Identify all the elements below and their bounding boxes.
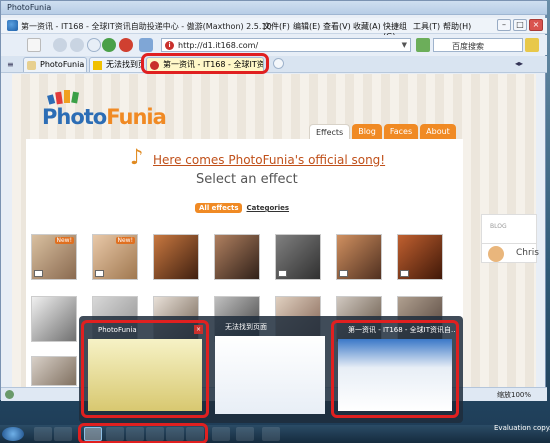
photofunia-favicon-icon	[27, 61, 36, 70]
evaluation-watermark: Evaluation copy. Bu	[494, 424, 550, 432]
effect-thumbnail[interactable]	[336, 234, 382, 280]
taskbar-item[interactable]	[212, 427, 230, 441]
effect-thumbnail[interactable]	[153, 234, 199, 280]
search-placeholder: 百度搜索	[452, 42, 484, 51]
select-effect-heading: Select an effect	[196, 172, 298, 187]
camera-icon	[278, 270, 287, 277]
song-link[interactable]: Here comes PhotoFunia's official song!	[153, 153, 385, 167]
start-button[interactable]	[2, 427, 24, 441]
address-bar[interactable]: i http://d1.it168.com/ ▼	[161, 38, 411, 52]
tab-photofunia[interactable]: PhotoFunia	[23, 57, 87, 72]
new-page-icon[interactable]	[27, 38, 41, 52]
close-icon[interactable]: ×	[194, 325, 203, 334]
maxthon-icon	[7, 20, 18, 31]
photofunia-logo[interactable]: PhotoFunia	[42, 90, 167, 129]
camera-icon	[95, 270, 104, 277]
effect-thumbnail[interactable]	[31, 356, 77, 386]
effect-thumbnail[interactable]	[275, 234, 321, 280]
dropdown-icon[interactable]	[87, 38, 101, 52]
effect-thumbnail[interactable]	[214, 234, 260, 280]
face-widget-name: Chris	[516, 248, 539, 258]
go-icon[interactable]	[416, 38, 430, 52]
new-tab-icon[interactable]	[273, 58, 284, 69]
effect-thumbnail[interactable]	[397, 234, 443, 280]
camera-icon	[339, 270, 348, 277]
app-title: 第一资讯 - IT168 - 全球IT资讯自助投递中心 - 傲游(Maxthon…	[21, 22, 272, 31]
home-icon[interactable]	[139, 38, 153, 52]
warning-icon	[93, 61, 102, 70]
tab-scroll-icon[interactable]: ◂▸	[515, 59, 523, 68]
effect-thumbnail[interactable]: New!	[31, 234, 77, 280]
address-url: http://d1.it168.com/	[178, 41, 259, 50]
preview-title: 无法找到页面	[225, 323, 267, 331]
status-icon	[5, 390, 14, 399]
effect-thumbnail[interactable]	[31, 296, 77, 342]
camera-icon	[400, 270, 409, 277]
active-tab-highlight	[141, 53, 269, 74]
preview-it168-image	[338, 339, 452, 411]
avatar	[488, 246, 504, 262]
search-input[interactable]: 百度搜索	[433, 38, 523, 52]
taskbar-item[interactable]	[236, 427, 254, 441]
new-badge: New!	[115, 237, 135, 244]
categories-link[interactable]: Categories	[246, 204, 289, 212]
music-note-icon: ♪	[130, 145, 144, 169]
outer-window-title: PhotoFunia	[7, 3, 52, 12]
preview-it168[interactable]: 第一资讯 - IT168 - 全球IT资讯自...	[331, 320, 459, 418]
face-widget[interactable]: Chris	[481, 243, 539, 263]
taskbar-item[interactable]	[262, 427, 280, 441]
pencil-icon[interactable]	[525, 38, 539, 52]
tab-blog[interactable]: Blog	[352, 124, 382, 139]
outer-titlebar[interactable]: PhotoFunia	[1, 1, 547, 15]
preview-page-not-found[interactable]: 无法找到页面	[211, 320, 329, 418]
preview-page-not-found-image	[215, 336, 325, 414]
logo-text: PhotoFunia	[42, 105, 167, 129]
filter-bar: All effects Categories	[195, 203, 289, 213]
taskbar-highlight	[78, 423, 208, 443]
taskbar-thumbnail-previews: PhotoFunia × 无法找到页面 第一资讯 - IT168 - 全球IT资…	[79, 316, 463, 423]
logo-mark-icon	[47, 90, 79, 105]
tab-about[interactable]: About	[420, 124, 456, 139]
all-effects-button[interactable]: All effects	[195, 203, 243, 213]
preview-photofunia[interactable]: PhotoFunia ×	[81, 320, 209, 418]
camera-icon	[34, 270, 43, 277]
stop-icon[interactable]	[119, 38, 133, 52]
site-nav: Effects Blog Faces About	[309, 124, 456, 139]
minimize-button[interactable]: –	[497, 19, 511, 31]
navigation-toolbar: i http://d1.it168.com/ ▼ 百度搜索	[1, 35, 547, 55]
tab-effects[interactable]: Effects	[309, 124, 351, 139]
maximize-button[interactable]: □	[513, 19, 527, 31]
preview-photofunia-image	[88, 339, 202, 411]
preview-title: 第一资讯 - IT168 - 全球IT资讯自...	[348, 326, 456, 334]
refresh-icon[interactable]	[102, 38, 116, 52]
new-badge: New!	[54, 237, 74, 244]
tab-bar: ≡ PhotoFunia 无法找到页面 第一资讯 - IT168 - 全球IT资…	[1, 56, 547, 73]
close-button[interactable]: ×	[529, 19, 543, 31]
tab-page-not-found[interactable]: 无法找到页面	[89, 57, 144, 72]
preview-title: PhotoFunia	[98, 326, 137, 334]
chevron-down-icon[interactable]: ▼	[402, 41, 407, 49]
blog-widget-label: BLOG	[490, 223, 507, 230]
tab-faces[interactable]: Faces	[383, 124, 419, 139]
site-favicon-icon: i	[165, 41, 174, 50]
back-arrow-icon[interactable]	[53, 38, 67, 52]
menu-bar: 第一资讯 - IT168 - 全球IT资讯自助投递中心 - 傲游(Maxthon…	[1, 18, 547, 41]
tab-list-icon[interactable]: ≡	[7, 60, 14, 69]
taskbar-item[interactable]	[34, 427, 52, 441]
window-controls: – □ ×	[497, 19, 543, 31]
effect-thumbnail[interactable]: New!	[92, 234, 138, 280]
taskbar-item[interactable]	[54, 427, 72, 441]
forward-arrow-icon[interactable]	[70, 38, 84, 52]
zoom-level[interactable]: 缩放100%	[497, 390, 531, 400]
